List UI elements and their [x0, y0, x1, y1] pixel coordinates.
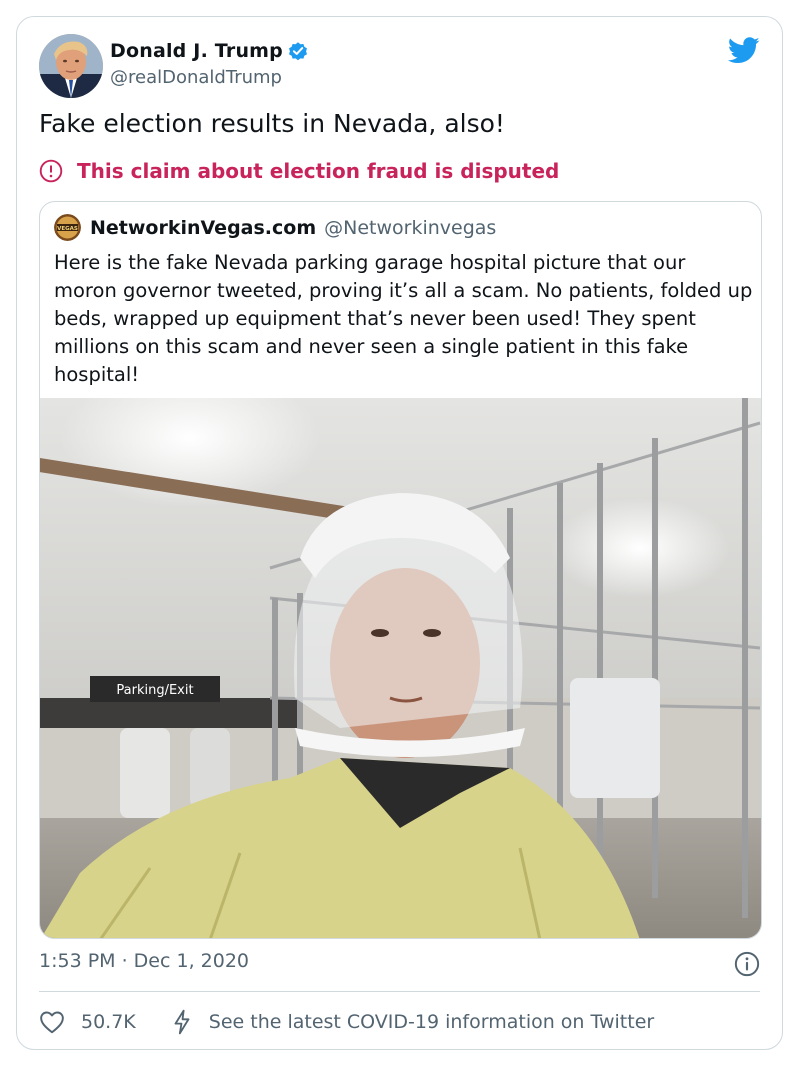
lightning-bolt-icon — [174, 1009, 190, 1035]
exclamation-circle-icon — [39, 159, 63, 183]
author-handle[interactable]: @realDonaldTrump — [110, 67, 309, 88]
info-icon[interactable] — [734, 951, 760, 977]
divider — [39, 991, 760, 992]
author-avatar[interactable] — [39, 34, 103, 98]
verified-badge-icon — [289, 42, 307, 61]
quoted-tweet-text: Here is the fake Nevada parking garage h… — [54, 251, 753, 386]
heart-icon[interactable] — [39, 1010, 65, 1034]
tweet-actions: 50.7K See the latest COVID-19 informatio… — [39, 1007, 654, 1037]
disputed-claim-text[interactable]: This claim about election fraud is dispu… — [77, 159, 559, 183]
twitter-bird-icon[interactable] — [728, 37, 760, 64]
quoted-author-handle: @Networkinvegas — [324, 216, 497, 239]
photo-parking-sign: Parking/Exit — [116, 683, 193, 698]
svg-text:VEGAS: VEGAS — [57, 226, 78, 232]
quoted-author-avatar: VEGAS — [54, 214, 81, 241]
covid-info-link[interactable]: See the latest COVID-19 information on T… — [209, 1011, 654, 1033]
quoted-tweet-header: VEGAS NetworkinVegas.com @Networkinvegas — [54, 214, 496, 241]
author-info: Donald J. Trump @realDonaldTrump — [110, 38, 309, 88]
quoted-tweet[interactable]: VEGAS NetworkinVegas.com @Networkinvegas… — [39, 201, 762, 939]
quoted-author-name: NetworkinVegas.com — [90, 216, 317, 239]
like-count[interactable]: 50.7K — [81, 1011, 136, 1033]
author-name[interactable]: Donald J. Trump — [110, 40, 283, 62]
tweet-text: Fake election results in Nevada, also! — [39, 109, 505, 138]
quoted-photo[interactable]: Parking/Exit — [40, 398, 762, 939]
disputed-claim-notice[interactable]: This claim about election fraud is dispu… — [39, 159, 559, 183]
tweet-card: Donald J. Trump @realDonaldTrump Fake el… — [16, 16, 783, 1050]
tweet-timestamp[interactable]: 1:53 PM · Dec 1, 2020 — [39, 950, 249, 972]
